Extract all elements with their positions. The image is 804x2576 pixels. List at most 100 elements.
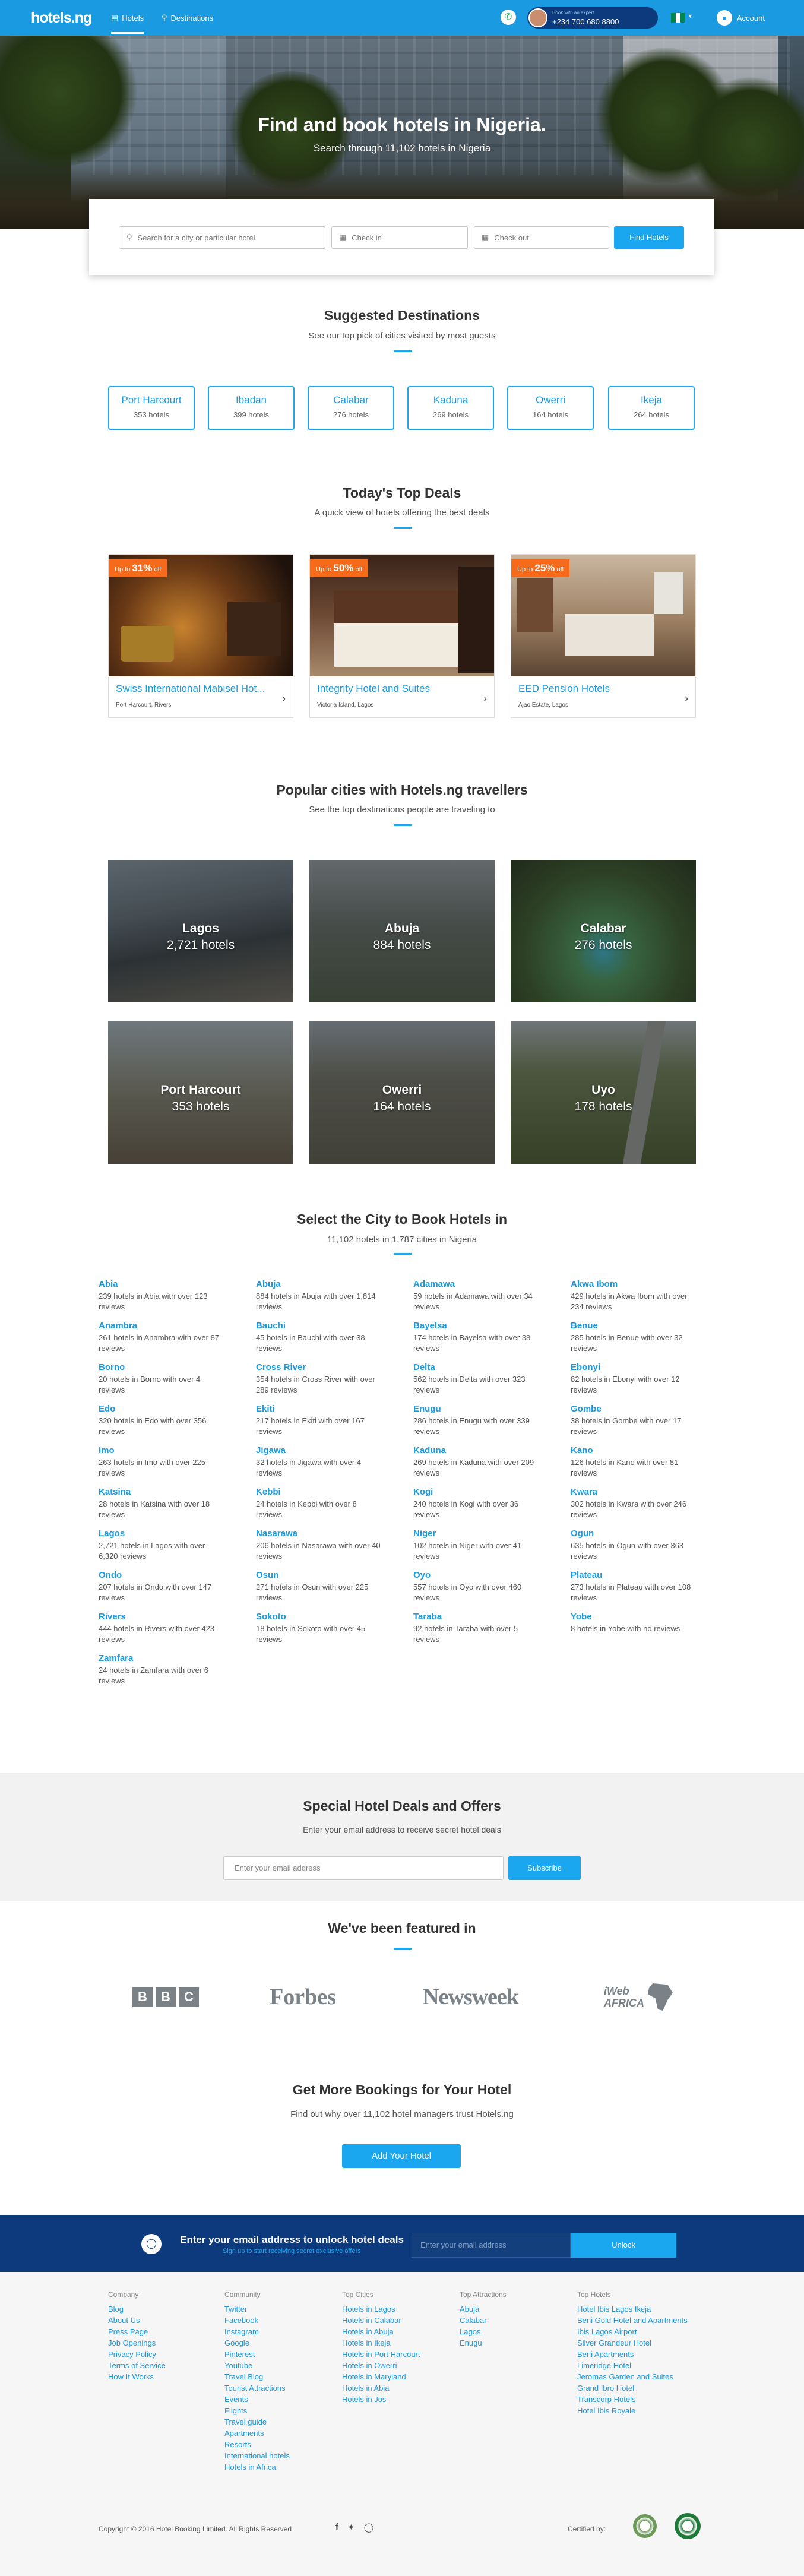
footer-link[interactable]: Transcorp Hotels	[577, 2394, 690, 2405]
state-link[interactable]: Abia	[99, 1279, 238, 1289]
city-search-input[interactable]: ⚲ Search for a city or particular hotel	[119, 226, 325, 249]
footer-link[interactable]: Grand Ibro Hotel	[577, 2382, 690, 2394]
footer-link[interactable]: Terms of Service	[108, 2360, 221, 2371]
state-link[interactable]: Anambra	[99, 1321, 238, 1331]
footer-link[interactable]: International hotels	[224, 2450, 337, 2461]
popular-city-card[interactable]: Calabar 276 hotels	[511, 860, 696, 1002]
logo[interactable]: hotels.ng	[31, 10, 92, 27]
checkin-input[interactable]: ▦ Check in	[331, 226, 468, 249]
state-link[interactable]: Ebonyi	[571, 1362, 710, 1372]
destination-card[interactable]: Calabar 276 hotels	[308, 386, 394, 430]
state-link[interactable]: Adamawa	[413, 1279, 553, 1289]
state-link[interactable]: Borno	[99, 1362, 238, 1372]
footer-link[interactable]: Apartments	[224, 2428, 337, 2439]
nav-hotels[interactable]: ▤ Hotels	[111, 13, 144, 34]
footer-link[interactable]: Limeridge Hotel	[577, 2360, 690, 2371]
footer-link[interactable]: Google	[224, 2337, 337, 2349]
footer-link[interactable]: Enugu	[460, 2337, 572, 2349]
footer-link[interactable]: Hotels in Port Harcourt	[342, 2349, 455, 2360]
add-your-hotel-button[interactable]: Add Your Hotel	[342, 2144, 461, 2168]
footer-link[interactable]: Calabar	[460, 2315, 572, 2326]
facebook-icon[interactable]: f	[335, 2522, 338, 2533]
popular-city-card[interactable]: Owerri 164 hotels	[309, 1021, 495, 1164]
state-link[interactable]: Akwa Ibom	[571, 1279, 710, 1289]
state-link[interactable]: Zamfara	[99, 1653, 238, 1663]
newsletter-email-input[interactable]: Enter your email address	[223, 1856, 504, 1880]
footer-link[interactable]: Job Openings	[108, 2337, 221, 2349]
state-link[interactable]: Osun	[256, 1570, 395, 1580]
instagram-icon[interactable]: ◯	[364, 2522, 374, 2533]
state-link[interactable]: Taraba	[413, 1612, 553, 1622]
state-link[interactable]: Kebbi	[256, 1487, 395, 1497]
state-link[interactable]: Enugu	[413, 1404, 553, 1414]
state-link[interactable]: Edo	[99, 1404, 238, 1414]
footer-link[interactable]: Ibis Lagos Airport	[577, 2326, 690, 2337]
footer-link[interactable]: Beni Apartments	[577, 2349, 690, 2360]
state-link[interactable]: Ekiti	[256, 1404, 395, 1414]
state-link[interactable]: Rivers	[99, 1612, 238, 1622]
footer-link[interactable]: Hotels in Ikeja	[342, 2337, 455, 2349]
whatsapp-icon[interactable]: ✆	[501, 10, 516, 25]
state-link[interactable]: Jigawa	[256, 1445, 395, 1455]
footer-link[interactable]: Silver Grandeur Hotel	[577, 2337, 690, 2349]
state-link[interactable]: Nasarawa	[256, 1528, 395, 1539]
footer-link[interactable]: Twitter	[224, 2303, 337, 2315]
footer-link[interactable]: Hotels in Calabar	[342, 2315, 455, 2326]
state-link[interactable]: Yobe	[571, 1612, 710, 1622]
footer-link[interactable]: Instagram	[224, 2326, 337, 2337]
subscribe-button[interactable]: Subscribe	[508, 1856, 581, 1880]
state-link[interactable]: Benue	[571, 1321, 710, 1331]
footer-link[interactable]: Hotels in Maryland	[342, 2371, 455, 2382]
popular-city-card[interactable]: Port Harcourt 353 hotels	[108, 1021, 293, 1164]
deal-card[interactable]: Up to 25% off EED Pension Hotels Ajao Es…	[511, 554, 696, 718]
footer-link[interactable]: Beni Gold Hotel and Apartments	[577, 2315, 690, 2326]
checkout-input[interactable]: ▦ Check out	[474, 226, 609, 249]
state-link[interactable]: Kano	[571, 1445, 710, 1455]
state-link[interactable]: Cross River	[256, 1362, 395, 1372]
state-link[interactable]: Bauchi	[256, 1321, 395, 1331]
footer-link[interactable]: Hotels in Africa	[224, 2461, 337, 2473]
footer-link[interactable]: Hotel Ibis Royale	[577, 2405, 690, 2416]
state-link[interactable]: Delta	[413, 1362, 553, 1372]
footer-link[interactable]: Abuja	[460, 2303, 572, 2315]
popular-city-card[interactable]: Lagos 2,721 hotels	[108, 860, 293, 1002]
state-link[interactable]: Katsina	[99, 1487, 238, 1497]
state-link[interactable]: Gombe	[571, 1404, 710, 1414]
destination-card[interactable]: Ibadan 399 hotels	[208, 386, 295, 430]
destination-card[interactable]: Port Harcourt 353 hotels	[108, 386, 195, 430]
account-menu[interactable]: ● Account	[717, 10, 765, 26]
nigeria-flag-icon[interactable]	[671, 13, 685, 23]
nav-destinations[interactable]: ⚲ Destinations	[162, 13, 213, 23]
popular-city-card[interactable]: Abuja 884 hotels	[309, 860, 495, 1002]
footer-link[interactable]: Hotels in Lagos	[342, 2303, 455, 2315]
footer-link[interactable]: Hotel Ibis Lagos Ikeja	[577, 2303, 690, 2315]
unlock-email-input[interactable]: Enter your email address	[412, 2233, 571, 2258]
state-link[interactable]: Ondo	[99, 1570, 238, 1580]
footer-link[interactable]: Travel Blog	[224, 2371, 337, 2382]
state-link[interactable]: Plateau	[571, 1570, 710, 1580]
destination-card[interactable]: Ikeja 264 hotels	[608, 386, 695, 430]
find-hotels-button[interactable]: Find Hotels	[614, 226, 684, 249]
footer-link[interactable]: Travel guide	[224, 2416, 337, 2428]
state-link[interactable]: Kogi	[413, 1487, 553, 1497]
twitter-icon[interactable]: ✦	[347, 2522, 355, 2533]
destination-card[interactable]: Owerri 164 hotels	[507, 386, 594, 430]
footer-link[interactable]: Press Page	[108, 2326, 221, 2337]
state-link[interactable]: Ogun	[571, 1528, 710, 1539]
state-link[interactable]: Kaduna	[413, 1445, 553, 1455]
state-link[interactable]: Kwara	[571, 1487, 710, 1497]
state-link[interactable]: Niger	[413, 1528, 553, 1539]
footer-link[interactable]: Privacy Policy	[108, 2349, 221, 2360]
footer-link[interactable]: Facebook	[224, 2315, 337, 2326]
state-link[interactable]: Imo	[99, 1445, 238, 1455]
phone-pill[interactable]: Book with an expert +234 700 680 8800	[527, 7, 658, 29]
state-link[interactable]: Oyo	[413, 1570, 553, 1580]
footer-link[interactable]: Hotels in Jos	[342, 2394, 455, 2405]
chevron-down-icon[interactable]: ▼	[688, 13, 693, 19]
footer-link[interactable]: Youtube	[224, 2360, 337, 2371]
footer-link[interactable]: Hotels in Owerri	[342, 2360, 455, 2371]
footer-link[interactable]: Resorts	[224, 2439, 337, 2450]
footer-link[interactable]: Events	[224, 2394, 337, 2405]
state-link[interactable]: Abuja	[256, 1279, 395, 1289]
footer-link[interactable]: Hotels in Abuja	[342, 2326, 455, 2337]
